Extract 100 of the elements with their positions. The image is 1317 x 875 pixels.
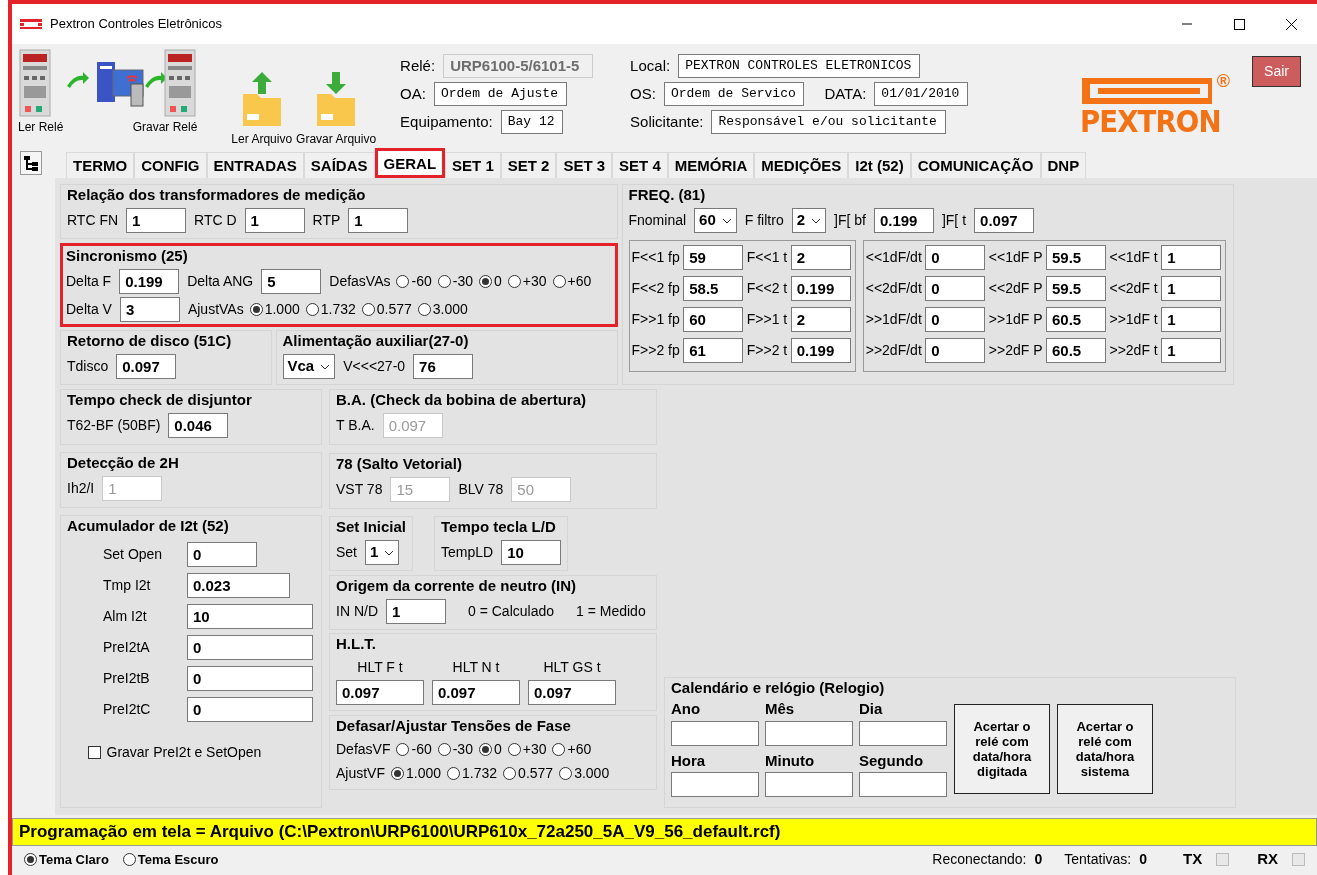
set-clock-button[interactable]: Acertar o relé com data/hora sistema — [1057, 704, 1153, 794]
input-field[interactable]: 0.023 — [187, 573, 290, 598]
input-field[interactable]: 0.046 — [168, 413, 229, 438]
input-field[interactable]: 1 — [1161, 276, 1222, 301]
tab[interactable]: SET 4 — [612, 152, 668, 178]
tab[interactable]: ENTRADAS — [206, 152, 304, 178]
input-field[interactable]: Bay 12 — [500, 110, 564, 134]
radio-label[interactable]: 1.732 — [462, 762, 498, 784]
tab[interactable]: COMUNICAÇÃO — [910, 152, 1041, 178]
input-field[interactable]: 0 — [925, 276, 986, 301]
radio-label[interactable]: 3.000 — [574, 762, 610, 784]
tab[interactable]: SET 2 — [500, 152, 557, 178]
radio-label[interactable]: 0 — [493, 270, 502, 292]
input-field[interactable]: Ordem de Servico — [663, 82, 805, 106]
radio-button[interactable] — [507, 274, 521, 288]
radio-button[interactable] — [478, 274, 492, 288]
input-field[interactable]: 0.097 — [528, 680, 616, 705]
input-field[interactable]: 0 — [187, 697, 313, 722]
radio-label[interactable]: Tema Escuro — [137, 849, 219, 870]
input-field[interactable]: 2 — [790, 245, 851, 270]
radio-button[interactable] — [361, 302, 375, 316]
radio-label[interactable]: -60 — [411, 738, 432, 760]
radio-button[interactable] — [417, 302, 431, 316]
tab[interactable]: MEMÓRIA — [667, 152, 755, 178]
input-field[interactable]: 0 — [925, 245, 986, 270]
radio-button[interactable] — [447, 766, 461, 780]
input-field[interactable]: 3 — [119, 296, 180, 322]
input-field[interactable] — [859, 720, 947, 746]
dropdown[interactable]: 2 — [791, 208, 826, 233]
input-field[interactable]: 2 — [790, 307, 851, 332]
input-field[interactable]: 1 — [1161, 338, 1222, 363]
radio-button[interactable] — [249, 302, 263, 316]
input-field[interactable]: 1 — [1161, 245, 1222, 270]
input-field[interactable]: 0 — [925, 338, 986, 363]
input-field[interactable]: 10 — [501, 540, 562, 565]
input-field[interactable]: 1 — [386, 598, 446, 624]
input-field[interactable]: 0 — [187, 635, 313, 660]
input-field[interactable] — [671, 720, 759, 746]
input-field[interactable]: 59 — [683, 245, 744, 270]
input-field[interactable]: 0.097 — [336, 680, 424, 705]
input-field[interactable]: 0.097 — [116, 354, 177, 379]
close-icon[interactable] — [1284, 17, 1298, 31]
input-field[interactable]: 0.097 — [432, 680, 520, 705]
tab[interactable]: SAÍDAS — [303, 152, 375, 178]
tab[interactable]: MEDIÇÕES — [754, 152, 849, 178]
input-field[interactable]: 0.199 — [119, 268, 180, 294]
input-field[interactable]: 1 — [126, 208, 187, 233]
input-field[interactable] — [765, 772, 853, 797]
input-field[interactable]: 59.5 — [1046, 276, 1106, 301]
input-field[interactable]: 1 — [244, 208, 305, 233]
input-field[interactable] — [859, 772, 947, 797]
radio-button[interactable] — [559, 766, 573, 780]
radio-label[interactable]: +30 — [522, 270, 547, 292]
tab[interactable]: CONFIG — [134, 152, 207, 178]
radio-button[interactable] — [24, 853, 37, 866]
radio-label[interactable]: 0 — [493, 738, 502, 760]
tree-view-button[interactable] — [20, 151, 42, 175]
toolbar-button[interactable]: Ler Relé — [16, 48, 66, 136]
radio-label[interactable]: -30 — [452, 270, 473, 292]
tab[interactable]: SET 1 — [445, 152, 501, 178]
radio-label[interactable]: +30 — [522, 738, 547, 760]
input-field[interactable]: 0 — [187, 542, 257, 567]
input-field[interactable]: 10 — [187, 604, 313, 629]
input-field[interactable]: 0.097 — [974, 208, 1035, 233]
input-field[interactable]: 60.5 — [1046, 338, 1106, 363]
radio-button[interactable] — [396, 274, 410, 288]
radio-button[interactable] — [503, 766, 517, 780]
radio-button[interactable] — [552, 742, 566, 756]
input-field[interactable] — [765, 720, 853, 746]
input-field[interactable]: 5 — [261, 268, 322, 294]
radio-button[interactable] — [122, 853, 136, 866]
input-field[interactable]: PEXTRON CONTROLES ELETRONICOS — [678, 54, 920, 78]
input-field[interactable]: 0.199 — [790, 338, 851, 363]
radio-label[interactable]: 1.000 — [264, 298, 300, 320]
dropdown[interactable]: 60 — [694, 208, 737, 233]
radio-label[interactable]: +60 — [567, 738, 592, 760]
radio-label[interactable]: Tema Claro — [39, 849, 109, 870]
input-field[interactable] — [671, 772, 759, 797]
toolbar-button[interactable]: Gravar Relé — [65, 48, 200, 136]
toolbar-button[interactable]: Gravar Arquivo — [294, 48, 379, 148]
radio-label[interactable]: -60 — [411, 270, 432, 292]
tab[interactable]: DNP — [1040, 152, 1087, 178]
radio-label[interactable]: 1.732 — [320, 298, 356, 320]
radio-button[interactable] — [507, 742, 521, 756]
radio-button[interactable] — [478, 742, 492, 756]
radio-label[interactable]: 3.000 — [432, 298, 468, 320]
exit-button[interactable]: Sair — [1252, 56, 1301, 87]
radio-button[interactable] — [437, 274, 451, 288]
input-field[interactable]: 1 — [348, 208, 409, 233]
checkbox-label[interactable]: Gravar PreI2t e SetOpen — [106, 742, 262, 763]
input-field[interactable]: 01/01/2010 — [874, 82, 968, 106]
tab[interactable]: TERMO — [66, 152, 135, 178]
toolbar-button[interactable]: Ler Arquivo — [229, 48, 295, 148]
input-field[interactable]: Ordem de Ajuste — [433, 82, 567, 106]
input-field[interactable]: 0 — [925, 307, 986, 332]
input-field[interactable]: 59.5 — [1046, 245, 1106, 270]
radio-label[interactable]: 1.000 — [406, 762, 442, 784]
input-field[interactable]: 0 — [187, 666, 313, 691]
radio-label[interactable]: 0.577 — [518, 762, 554, 784]
tab[interactable]: GERAL — [374, 148, 446, 178]
